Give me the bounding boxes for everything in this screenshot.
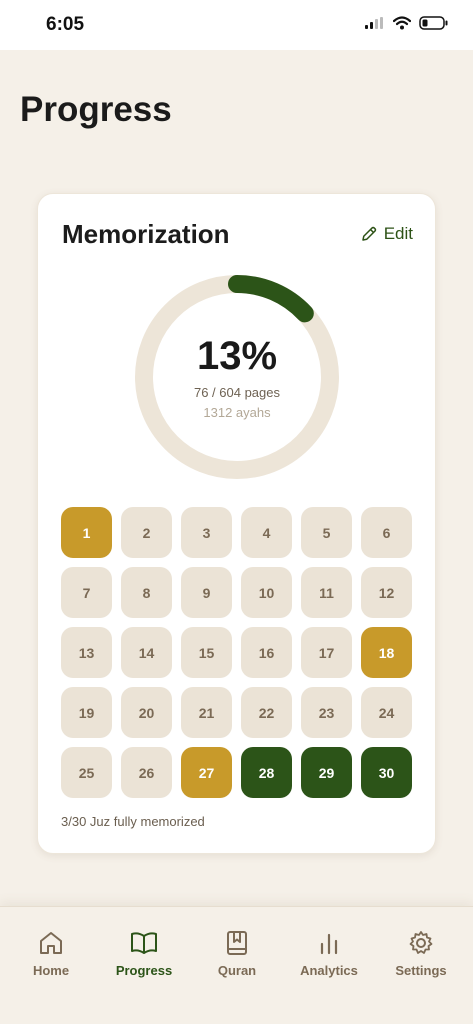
bookmark-book-icon — [227, 931, 247, 955]
juz-cell[interactable]: 21 — [181, 687, 232, 738]
bar-chart-icon — [320, 933, 338, 955]
tab-label: Analytics — [300, 963, 358, 978]
juz-cell[interactable]: 12 — [361, 567, 412, 618]
status-icons — [365, 16, 449, 30]
juz-cell[interactable]: 18 — [361, 627, 412, 678]
juz-cell[interactable]: 20 — [121, 687, 172, 738]
juz-cell[interactable]: 19 — [61, 687, 112, 738]
open-book-icon — [131, 932, 157, 954]
juz-cell[interactable]: 1 — [61, 507, 112, 558]
juz-cell[interactable]: 17 — [301, 627, 352, 678]
juz-cell[interactable]: 16 — [241, 627, 292, 678]
ayahs-count: 1312 ayahs — [203, 405, 271, 420]
pencil-icon — [361, 226, 376, 241]
home-icon — [40, 932, 62, 954]
juz-cell[interactable]: 29 — [301, 747, 352, 798]
juz-cell[interactable]: 30 — [361, 747, 412, 798]
page-title: Progress — [20, 90, 172, 129]
status-time: 6:05 — [46, 14, 85, 35]
juz-cell[interactable]: 25 — [61, 747, 112, 798]
status-bar: 6:05 — [0, 0, 473, 50]
edit-label: Edit — [383, 224, 413, 243]
tab-bar: Home Progress Quran Analytics Settings — [0, 906, 473, 1024]
juz-cell[interactable]: 27 — [181, 747, 232, 798]
pages-count: 76 / 604 pages — [193, 385, 281, 400]
progress-percent: 13% — [196, 334, 278, 378]
juz-cell[interactable]: 4 — [241, 507, 292, 558]
tab-label: Progress — [115, 963, 173, 978]
juz-cell[interactable]: 3 — [181, 507, 232, 558]
tab-label: Settings — [395, 963, 447, 978]
juz-cell[interactable]: 26 — [121, 747, 172, 798]
tab-analytics[interactable]: Analytics — [282, 929, 376, 978]
signal-icon — [365, 17, 383, 29]
edit-button[interactable]: Edit — [360, 224, 413, 244]
memorization-card: Memorization Edit 13% 76 / 604 pages 131… — [37, 193, 436, 854]
juz-cell[interactable]: 11 — [301, 567, 352, 618]
juz-summary: 3/30 Juz fully memorized — [61, 814, 205, 829]
progress-ring: 13% 76 / 604 pages 1312 ayahs — [134, 274, 340, 480]
gear-icon — [409, 931, 433, 954]
card-title: Memorization — [62, 219, 230, 249]
juz-cell[interactable]: 13 — [61, 627, 112, 678]
tab-label: Home — [32, 963, 70, 978]
juz-cell[interactable]: 6 — [361, 507, 412, 558]
tab-label: Quran — [217, 963, 257, 978]
juz-cell[interactable]: 23 — [301, 687, 352, 738]
tab-settings[interactable]: Settings — [374, 929, 468, 978]
tab-quran[interactable]: Quran — [190, 929, 284, 978]
juz-cell[interactable]: 14 — [121, 627, 172, 678]
juz-cell[interactable]: 8 — [121, 567, 172, 618]
juz-cell[interactable]: 2 — [121, 507, 172, 558]
juz-cell[interactable]: 7 — [61, 567, 112, 618]
juz-cell[interactable]: 9 — [181, 567, 232, 618]
juz-cell[interactable]: 22 — [241, 687, 292, 738]
tab-progress[interactable]: Progress — [97, 929, 191, 978]
juz-cell[interactable]: 28 — [241, 747, 292, 798]
juz-cell[interactable]: 15 — [181, 627, 232, 678]
battery-icon — [419, 16, 448, 30]
juz-grid: 1 2 3 4 5 6 7 8 9 10 11 12 13 14 15 16 17 18 19 20 21 22 23 24 2… — [61, 507, 412, 798]
wifi-icon — [393, 16, 411, 30]
juz-cell[interactable]: 5 — [301, 507, 352, 558]
tab-home[interactable]: Home — [4, 929, 98, 978]
juz-cell[interactable]: 24 — [361, 687, 412, 738]
juz-cell[interactable]: 10 — [241, 567, 292, 618]
